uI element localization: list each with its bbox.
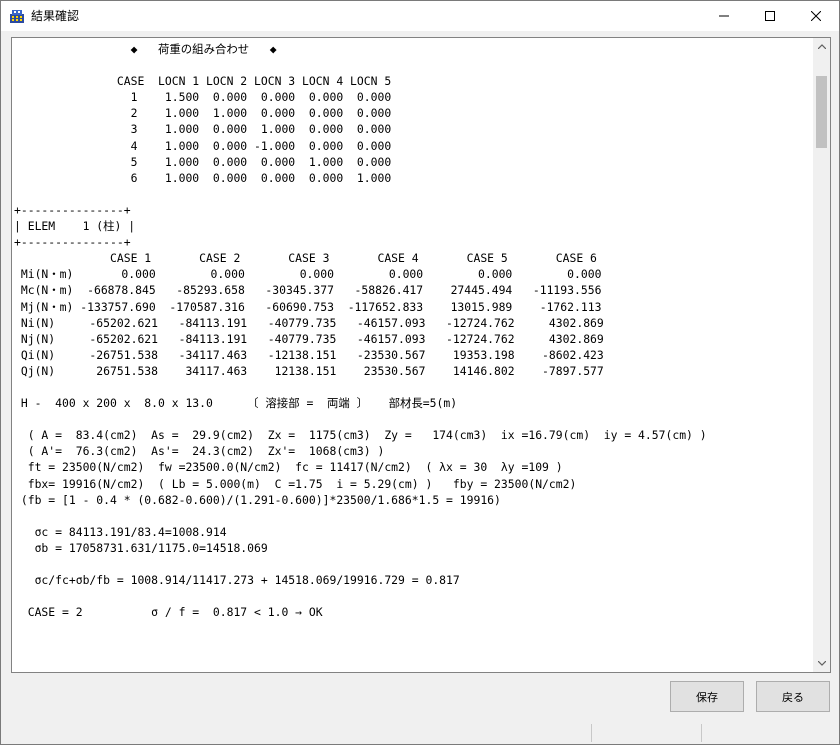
report-line: Mc(N・m) -66878.845 -85293.658 -30345.377… [14,283,602,298]
status-separator [701,724,702,742]
building-icon [9,8,25,24]
report-line: σc/fc+σb/fb = 1008.914/11417.273 + 14518… [14,573,460,588]
report-line: ( A = 83.4(cm2) As = 29.9(cm2) Zx = 1175… [14,428,707,443]
report-line: ◆ 荷重の組み合わせ ◆ [14,42,277,56]
close-button[interactable] [793,1,839,31]
report-line: 4 1.000 0.000 -1.000 0.000 0.000 [14,138,392,153]
report-line: ft = 23500(N/cm2) fw =23500.0(N/cm2) fc … [14,460,563,475]
vertical-scrollbar[interactable] [813,38,830,672]
report-line: CASE 1 CASE 2 CASE 3 CASE 4 CASE 5 CASE … [14,251,597,266]
title-bar[interactable]: 結果確認 [1,1,839,31]
report-line: H - 400 x 200 x 8.0 x 13.0 〔 溶接部 = 両端 〕 … [14,396,458,411]
status-separator [591,724,592,742]
report-line: Mj(N・m) -133757.690 -170587.316 -60690.7… [14,299,602,314]
back-button[interactable]: 戻る [756,681,830,712]
report-line: (fb = [1 - 0.4 * (0.682-0.600)/(1.291-0.… [14,492,501,507]
status-bar [1,722,839,744]
report-line: CASE = 2 σ / f = 0.817 < 1.0 → OK [14,605,323,620]
report-line: CASE LOCN 1 LOCN 2 LOCN 3 LOCN 4 LOCN 5 [14,74,392,89]
report-text: ◆ 荷重の組み合わせ ◆ CASE LOCN 1 LOCN 2 LOCN 3 L… [14,41,707,620]
maximize-icon [765,11,775,21]
report-line: Qi(N) -26751.538 -34117.463 -12138.151 -… [14,347,604,362]
report-line: Mi(N・m) 0.000 0.000 0.000 0.000 0.000 0.… [14,267,602,282]
window-title: 結果確認 [31,9,80,23]
scroll-thumb[interactable] [816,76,827,148]
chevron-down-icon [817,661,826,666]
result-text-area[interactable]: ◆ 荷重の組み合わせ ◆ CASE LOCN 1 LOCN 2 LOCN 3 L… [12,38,813,672]
result-text-box[interactable]: ◆ 荷重の組み合わせ ◆ CASE LOCN 1 LOCN 2 LOCN 3 L… [11,37,831,673]
report-line: +---------------+ [14,235,131,250]
minimize-icon [719,15,729,17]
close-icon [811,11,821,21]
scroll-down-button[interactable] [813,655,830,672]
report-line: 1 1.500 0.000 0.000 0.000 0.000 [14,90,392,105]
report-line: 6 1.000 0.000 0.000 0.000 1.000 [14,170,392,185]
scroll-up-button[interactable] [813,38,830,55]
report-line: 5 1.000 0.000 0.000 1.000 0.000 [14,154,392,169]
chevron-up-icon [817,44,826,49]
minimize-button[interactable] [701,1,747,31]
report-line: 3 1.000 0.000 1.000 0.000 0.000 [14,122,392,137]
report-line: Ni(N) -65202.621 -84113.191 -40779.735 -… [14,315,604,330]
report-line: +---------------+ [14,202,131,217]
save-button[interactable]: 保存 [670,681,744,712]
maximize-button[interactable] [747,1,793,31]
report-line: σb = 17058731.631/1175.0=14518.069 [14,540,268,555]
result-window: 結果確認 ◆ 荷重の組み合わせ ◆ CASE LOCN 1 LOCN 2 LOC… [0,0,840,745]
report-line: Qj(N) 26751.538 34117.463 12138.151 2353… [14,363,604,378]
report-line: | ELEM 1 (柱) | [14,219,136,234]
report-line: ( A'= 76.3(cm2) As'= 24.3(cm2) Zx'= 1068… [14,444,385,459]
report-line: σc = 84113.191/83.4=1008.914 [14,524,227,539]
report-line: 2 1.000 1.000 0.000 0.000 0.000 [14,106,392,121]
report-line: Nj(N) -65202.621 -84113.191 -40779.735 -… [14,331,604,346]
report-line: fbx= 19916(N/cm2) ( Lb = 5.000(m) C =1.7… [14,476,577,491]
